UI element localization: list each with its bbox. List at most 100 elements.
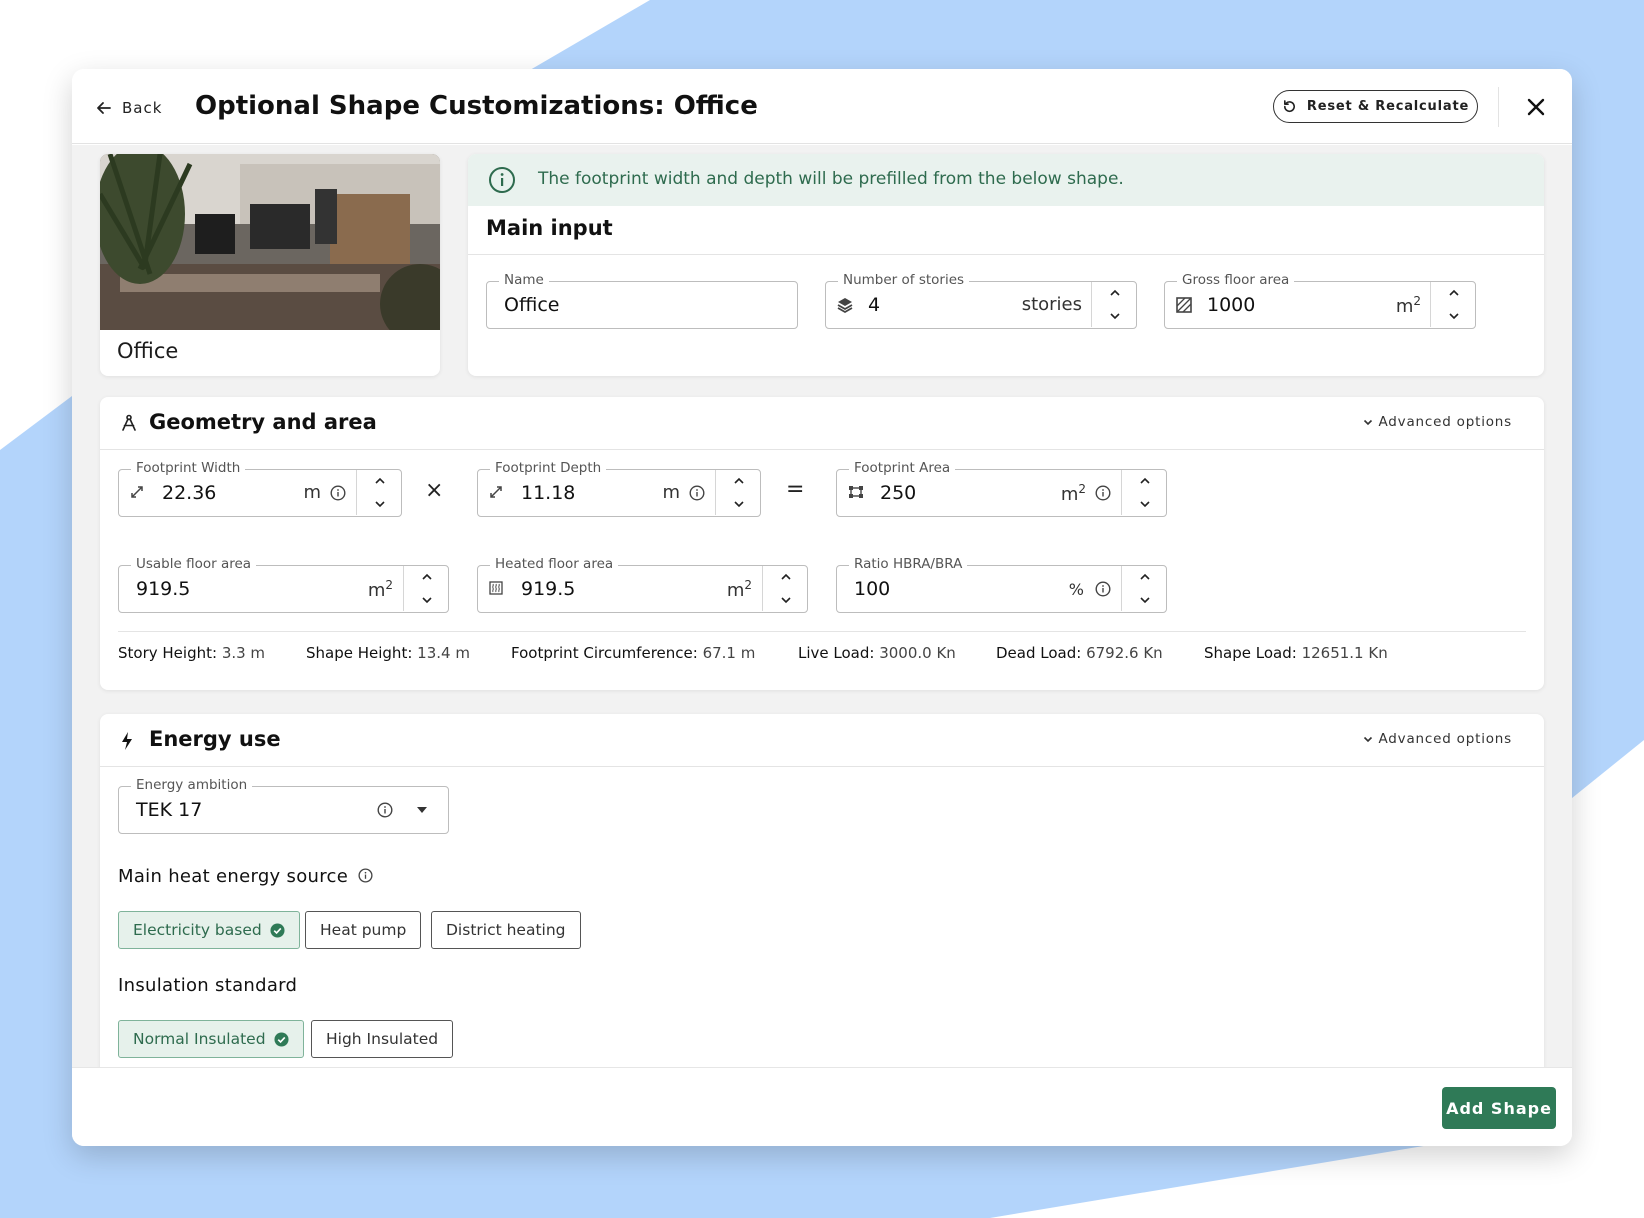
usable-floor-area-stepper — [403, 566, 448, 611]
energy-ambition-select[interactable]: Energy ambition TEK 17 — [118, 777, 449, 834]
main-input-card: The footprint width and depth will be pr… — [468, 154, 1544, 376]
footprint-width-increment[interactable] — [357, 470, 402, 492]
stories-field[interactable]: Number of stories 4 stories — [825, 272, 1137, 329]
footprint-area-value: 250 — [880, 482, 917, 504]
footprint-area-field[interactable]: Footprint Area 250 m2 — [836, 460, 1167, 517]
heater-icon — [489, 581, 503, 595]
page-title: Optional Shape Customizations: Office — [195, 91, 758, 121]
heat-source-electricity[interactable]: Electricity based — [118, 911, 300, 949]
chevron-down-icon — [1139, 597, 1150, 604]
ratio-decrement[interactable] — [1122, 589, 1167, 611]
ratio-label: Ratio HBRA/BRA — [849, 556, 968, 572]
insulation-high[interactable]: High Insulated — [311, 1020, 454, 1058]
usable-floor-area-increment[interactable] — [404, 566, 449, 588]
usable-floor-area-decrement[interactable] — [404, 589, 449, 611]
chip-label: Heat pump — [320, 921, 407, 939]
energy-header-divider — [100, 766, 1544, 767]
info-banner-text: The footprint width and depth will be pr… — [538, 169, 1124, 189]
usable-floor-area-field[interactable]: Usable floor area 919.5 m2 — [118, 556, 449, 613]
geometry-area-card: Geometry and area Advanced options Footp… — [100, 397, 1544, 690]
heated-floor-area-unit: m2 — [727, 578, 752, 601]
check-circle-icon — [270, 922, 285, 938]
name-field[interactable]: Name Office — [486, 272, 798, 329]
footprint-depth-field[interactable]: Footprint Depth 11.18 m — [477, 460, 761, 517]
ratio-hbra-bra-field[interactable]: Ratio HBRA/BRA 100 % — [836, 556, 1167, 613]
shape-preview-card[interactable]: Office — [100, 154, 440, 376]
info-icon[interactable] — [689, 485, 705, 501]
unit-exponent: 2 — [385, 578, 393, 592]
heat-source-heat-pump[interactable]: Heat pump — [305, 911, 422, 949]
heated-floor-area-value: 919.5 — [521, 578, 576, 600]
header-divider — [1498, 87, 1499, 127]
main-input-title: Main input — [486, 216, 613, 240]
chevron-up-icon — [1139, 573, 1150, 580]
advanced-options-label: Advanced options — [1378, 731, 1512, 747]
stat-key: Live Load: — [798, 644, 875, 662]
heated-floor-area-increment[interactable] — [763, 566, 808, 588]
chevron-down-icon — [1448, 313, 1459, 320]
geometry-header-divider — [100, 449, 1544, 450]
footprint-area-increment[interactable] — [1122, 470, 1167, 492]
footprint-width-label: Footprint Width — [131, 460, 246, 476]
footprint-depth-increment[interactable] — [716, 470, 761, 492]
stories-field-label: Number of stories — [838, 272, 970, 288]
stat-key: Shape Load: — [1204, 644, 1297, 662]
lightning-icon — [122, 732, 132, 750]
unit-base: m — [726, 580, 745, 601]
ratio-stepper — [1121, 566, 1166, 611]
info-icon[interactable] — [377, 802, 393, 818]
back-button[interactable]: Back — [96, 93, 162, 123]
arrow-left-icon — [97, 102, 111, 114]
geometry-advanced-options-toggle[interactable]: Advanced options — [1363, 414, 1513, 430]
dialog-footer: Add Shape — [72, 1067, 1572, 1146]
ratio-increment[interactable] — [1122, 566, 1167, 588]
energy-ambition-label: Energy ambition — [131, 777, 253, 793]
unit-base: m — [1395, 296, 1414, 317]
stat-key: Shape Height: — [306, 644, 413, 662]
footprint-width-decrement[interactable] — [357, 493, 402, 515]
heated-floor-area-decrement[interactable] — [763, 589, 808, 611]
footprint-depth-stepper — [715, 470, 760, 515]
stat-footprint-circumference: Footprint Circumference: 67.1 m — [511, 644, 755, 662]
unit-exponent: 2 — [1078, 482, 1086, 496]
heat-source-district-heating[interactable]: District heating — [431, 911, 581, 949]
stat-value: 6792.6 Kn — [1086, 644, 1163, 662]
close-button[interactable] — [1522, 93, 1550, 121]
insulation-heading: Insulation standard — [118, 975, 298, 996]
info-icon[interactable] — [358, 868, 373, 883]
chevron-up-icon — [421, 573, 432, 580]
stat-value: 67.1 m — [702, 644, 756, 662]
insulation-normal[interactable]: Normal Insulated — [118, 1020, 304, 1058]
hatched-square-icon — [1176, 297, 1192, 313]
stat-story-height: Story Height: 3.3 m — [118, 644, 265, 662]
gross-floor-area-field[interactable]: Gross floor area 1000 m2 — [1164, 272, 1476, 329]
info-icon[interactable] — [1095, 485, 1111, 501]
reset-recalculate-button[interactable]: Reset & Recalculate — [1273, 90, 1478, 123]
info-icon[interactable] — [330, 485, 346, 501]
ratio-value: 100 — [854, 578, 891, 600]
footprint-depth-decrement[interactable] — [716, 493, 761, 515]
back-label: Back — [122, 99, 163, 117]
add-shape-button[interactable]: Add Shape — [1442, 1087, 1556, 1129]
stat-key: Dead Load: — [996, 644, 1082, 662]
footprint-area-decrement[interactable] — [1122, 493, 1167, 515]
stories-value: 4 — [868, 294, 881, 316]
name-value: Office — [504, 294, 560, 316]
chip-label: Electricity based — [133, 921, 262, 939]
gross-floor-area-increment[interactable] — [1431, 282, 1476, 304]
gross-floor-area-decrement[interactable] — [1431, 305, 1476, 327]
usable-floor-area-value: 919.5 — [136, 578, 191, 600]
chip-label: High Insulated — [326, 1030, 439, 1048]
energy-advanced-options-toggle[interactable]: Advanced options — [1363, 731, 1513, 747]
stories-decrement[interactable] — [1092, 305, 1137, 327]
info-icon[interactable] — [1095, 581, 1111, 597]
info-icon — [489, 167, 515, 193]
heat-source-heading: Main heat energy source — [118, 866, 373, 887]
heated-floor-area-field[interactable]: Heated floor area 919.5 m2 — [477, 556, 808, 613]
stories-increment[interactable] — [1092, 282, 1137, 304]
stat-value: 3000.0 Kn — [879, 644, 956, 662]
main-input-divider — [468, 254, 1544, 255]
footprint-width-field[interactable]: Footprint Width 22.36 m — [118, 460, 402, 517]
area-icon — [849, 486, 863, 498]
compass-icon — [122, 414, 136, 431]
